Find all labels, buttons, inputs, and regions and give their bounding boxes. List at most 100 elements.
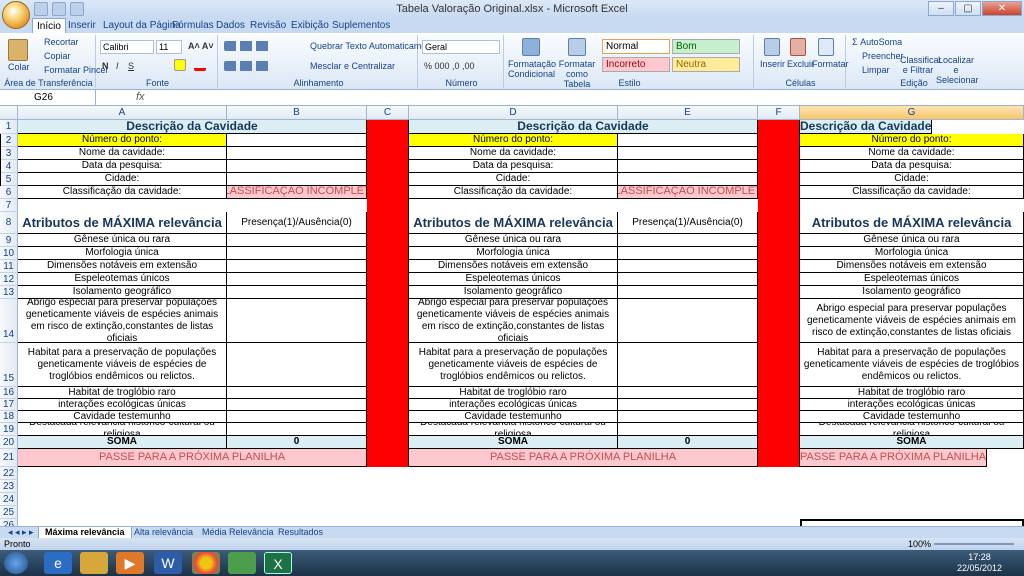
- attribute-label[interactable]: Habitat para a preservação de populações…: [800, 343, 1024, 387]
- style-neutra[interactable]: Neutra: [672, 57, 740, 72]
- attribute-label[interactable]: Cavidade testemunho: [800, 411, 1024, 423]
- survey-date-label[interactable]: Data da pesquisa:: [800, 160, 1024, 173]
- next-sheet-banner[interactable]: PASSE PARA A PRÓXIMA PLANILHA: [800, 449, 988, 467]
- attribute-label[interactable]: Dimensões notáveis em extensão: [409, 260, 618, 273]
- cavity-description-header[interactable]: Descrição da Cavidade: [800, 120, 933, 134]
- attribute-label[interactable]: Espeleotemas únicos: [800, 273, 1024, 286]
- merge-center-button[interactable]: Mesclar e Centralizar: [310, 61, 395, 71]
- attribute-label[interactable]: interações ecológicas únicas: [800, 399, 1024, 411]
- row-header[interactable]: 22: [0, 467, 18, 480]
- folder-icon[interactable]: [80, 552, 108, 574]
- office-button[interactable]: [2, 1, 30, 29]
- row-header[interactable]: 7: [0, 199, 18, 212]
- word-icon[interactable]: W: [154, 552, 182, 574]
- survey-date-input[interactable]: [227, 160, 367, 173]
- close-button[interactable]: ✕: [982, 1, 1022, 16]
- attribute-value-input[interactable]: [227, 299, 367, 343]
- cavity-name-label[interactable]: Nome da cavidade:: [409, 147, 618, 160]
- attribute-label[interactable]: Habitat de troglóbio raro: [409, 387, 618, 399]
- row-header[interactable]: 13: [0, 286, 18, 299]
- column-header[interactable]: C: [367, 106, 409, 120]
- cavity-name-label[interactable]: Nome da cavidade:: [18, 147, 227, 160]
- row-header[interactable]: 6: [0, 186, 18, 199]
- attribute-label[interactable]: Cavidade testemunho: [409, 411, 618, 423]
- attribute-value-input[interactable]: [618, 260, 758, 273]
- attribute-value-input[interactable]: [227, 399, 367, 411]
- row-header[interactable]: 25: [0, 506, 18, 519]
- attribute-value-input[interactable]: [227, 387, 367, 399]
- column-header[interactable]: G: [800, 106, 1024, 120]
- next-sheet-banner[interactable]: PASSE PARA A PRÓXIMA PLANILHA: [18, 449, 367, 467]
- bold-button[interactable]: N: [102, 61, 109, 71]
- row-header[interactable]: 3: [0, 147, 18, 160]
- conditional-format-icon[interactable]: [522, 38, 540, 56]
- column-header[interactable]: B: [227, 106, 367, 120]
- attribute-label[interactable]: Habitat para a preservação de populações…: [409, 343, 618, 387]
- survey-date-input[interactable]: [0, 160, 1, 173]
- point-number-input[interactable]: [0, 134, 1, 147]
- city-label[interactable]: Cidade:: [409, 173, 618, 186]
- row-header[interactable]: 19: [0, 423, 18, 436]
- attribute-value-input[interactable]: [618, 411, 758, 423]
- attribute-value-input[interactable]: [227, 273, 367, 286]
- survey-date-label[interactable]: Data da pesquisa:: [18, 160, 227, 173]
- row-header[interactable]: 4: [0, 160, 18, 173]
- city-input[interactable]: [0, 173, 1, 186]
- spreadsheet-grid[interactable]: A B C D E F G 1 2 3 4 5 6 7 8 9 10 11 12 13 14 15 16 17 18 19 20 21…: [0, 106, 1024, 526]
- attribute-label[interactable]: Espeleotemas únicos: [18, 273, 227, 286]
- classification-label[interactable]: Classificação da cavidade:: [800, 186, 1024, 199]
- attribute-label[interactable]: Morfologia única: [800, 247, 1024, 260]
- attribute-value-input[interactable]: [227, 247, 367, 260]
- survey-date-label[interactable]: Data da pesquisa:: [409, 160, 618, 173]
- fx-icon[interactable]: fx: [136, 91, 145, 103]
- attribute-value-input[interactable]: [618, 234, 758, 247]
- attribute-value-input[interactable]: [618, 299, 758, 343]
- tab-inserir[interactable]: Inserir: [64, 18, 100, 33]
- cavity-description-header[interactable]: Descrição da Cavidade: [409, 120, 758, 134]
- cavity-description-header[interactable]: Descrição da Cavidade: [18, 120, 367, 134]
- row-header[interactable]: 15: [0, 343, 18, 387]
- attribute-label[interactable]: interações ecológicas únicas: [409, 399, 618, 411]
- attribute-value-input[interactable]: [227, 423, 367, 436]
- name-box[interactable]: G26: [0, 90, 96, 106]
- attribute-label[interactable]: Habitat de troglóbio raro: [800, 387, 1024, 399]
- row-header[interactable]: 10: [0, 247, 18, 260]
- minimize-button[interactable]: –: [928, 1, 954, 16]
- tab-formulas[interactable]: Fórmulas: [168, 18, 218, 33]
- clear-button[interactable]: Limpar: [862, 65, 890, 75]
- attribute-value-input[interactable]: [618, 286, 758, 299]
- tab-dados[interactable]: Dados: [212, 18, 249, 33]
- attribute-value-input[interactable]: [227, 234, 367, 247]
- row-header[interactable]: 23: [0, 480, 18, 493]
- row-header[interactable]: 17: [0, 399, 18, 411]
- active-cell[interactable]: [800, 519, 1024, 526]
- format-table-icon[interactable]: [568, 38, 586, 56]
- fill-color-icon[interactable]: [174, 59, 186, 71]
- row-header[interactable]: 21: [0, 449, 18, 467]
- delete-cells-button[interactable]: Excluir: [787, 59, 814, 69]
- column-header[interactable]: A: [18, 106, 227, 120]
- classification-status[interactable]: CLASSIFICAÇÃO INCOMPLETA: [227, 186, 367, 199]
- attribute-value-input[interactable]: [227, 260, 367, 273]
- row-header[interactable]: 12: [0, 273, 18, 286]
- cavity-name-input[interactable]: [227, 147, 367, 160]
- row-header[interactable]: 20: [0, 436, 18, 449]
- tab-inicio[interactable]: Início: [32, 18, 66, 33]
- paste-icon[interactable]: [8, 39, 28, 61]
- cavity-name-input[interactable]: [0, 147, 1, 160]
- city-input[interactable]: [618, 173, 758, 186]
- presence-header[interactable]: Presença(1)/Ausência(0): [618, 212, 758, 234]
- font-name-select[interactable]: Calibri: [100, 40, 154, 54]
- row-header[interactable]: 9: [0, 234, 18, 247]
- attribute-label[interactable]: Abrigo especial para preservar populaçõe…: [18, 299, 227, 343]
- copy-button[interactable]: Copiar: [44, 51, 71, 61]
- classification-label[interactable]: Classificação da cavidade:: [18, 186, 227, 199]
- column-header[interactable]: E: [618, 106, 758, 120]
- sum-label[interactable]: SOMA: [800, 436, 1024, 449]
- attribute-label[interactable]: Dimensões notáveis em extensão: [18, 260, 227, 273]
- paste-button[interactable]: Colar: [8, 62, 30, 72]
- fill-button[interactable]: Preencher: [862, 51, 904, 61]
- attribute-label[interactable]: Habitat para a preservação de populações…: [18, 343, 227, 387]
- survey-date-input[interactable]: [618, 160, 758, 173]
- attribute-value-input[interactable]: [618, 423, 758, 436]
